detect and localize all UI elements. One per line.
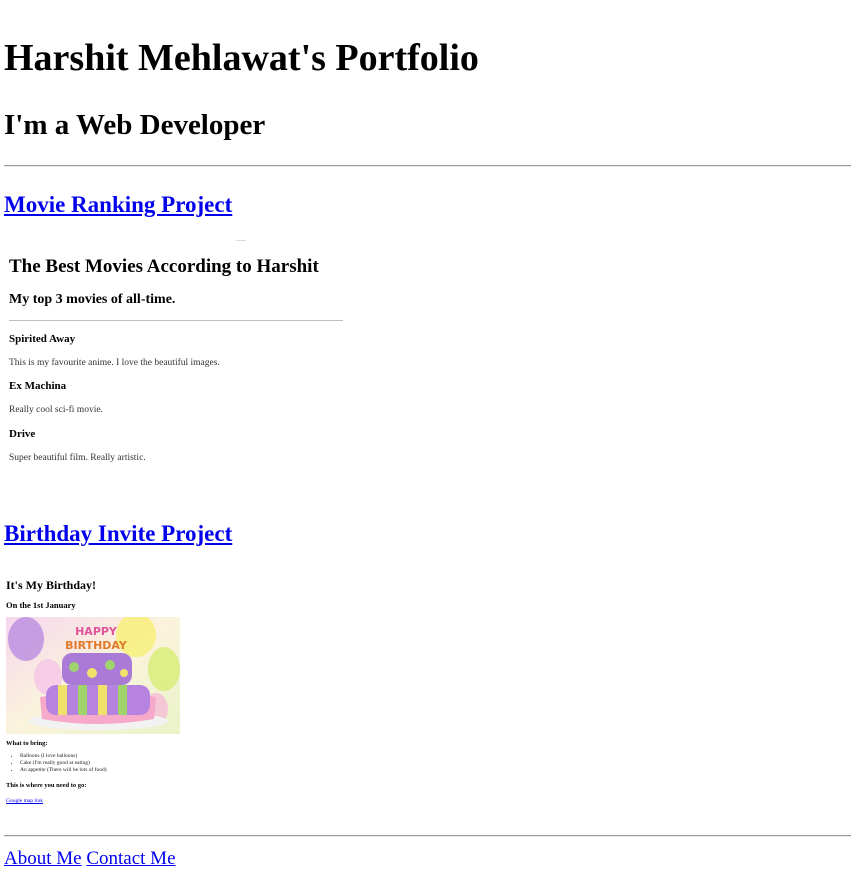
page-title: Harshit Mehlawat's Portfolio xyxy=(4,37,479,79)
svg-text:HAPPY: HAPPY xyxy=(75,625,118,638)
movie-description: This is my favourite anime. I love the b… xyxy=(9,358,220,368)
list-item: Balloons (I love balloons) xyxy=(20,753,107,760)
movie-description: Super beautiful film. Really artistic. xyxy=(9,453,146,463)
footer-links: About Me Contact Me xyxy=(4,847,176,871)
divider-bottom xyxy=(4,835,851,837)
movie-name: Drive xyxy=(9,428,36,440)
movie-preview-subtitle: My top 3 movies of all-time. xyxy=(9,292,176,307)
birthday-where-heading: This is where you need to go: xyxy=(6,782,87,789)
birthday-map-link-text: Google map link xyxy=(6,798,43,804)
birthday-preview-date: On the 1st January xyxy=(6,600,76,610)
movie-description: Really cool sci-fi movie. xyxy=(9,405,103,415)
about-me-link[interactable]: About Me xyxy=(4,848,82,869)
movie-ranking-preview-image: The Best Movies According to Harshit My … xyxy=(4,238,346,470)
movie-preview-title: The Best Movies According to Harshit xyxy=(9,256,319,277)
birthday-cake-image: HAPPY BIRTHDAY xyxy=(6,617,180,734)
birthday-invite-project-link[interactable]: Birthday Invite Project xyxy=(4,520,232,548)
movie-name: Ex Machina xyxy=(9,380,67,392)
svg-text:BIRTHDAY: BIRTHDAY xyxy=(65,639,128,652)
preview-artifact xyxy=(236,240,246,241)
movie-preview-divider xyxy=(9,320,343,321)
birthday-bring-list: Balloons (I love balloons) Cake (I'm rea… xyxy=(12,753,107,774)
birthday-preview-title: It's My Birthday! xyxy=(6,578,96,592)
divider-top xyxy=(4,165,851,167)
page-subtitle: I'm a Web Developer xyxy=(4,109,266,141)
movie-name: Spirited Away xyxy=(9,333,76,345)
movie-ranking-project-link[interactable]: Movie Ranking Project xyxy=(4,191,232,219)
list-item: Cake (I'm really good at eating) xyxy=(20,760,107,767)
birthday-bring-heading: What to bring: xyxy=(6,740,48,747)
list-item: An appetite (There will be lots of food) xyxy=(20,767,107,774)
contact-me-link[interactable]: Contact Me xyxy=(86,848,175,869)
birthday-invite-preview-image: It's My Birthday! On the 1st January HAP… xyxy=(4,572,204,812)
